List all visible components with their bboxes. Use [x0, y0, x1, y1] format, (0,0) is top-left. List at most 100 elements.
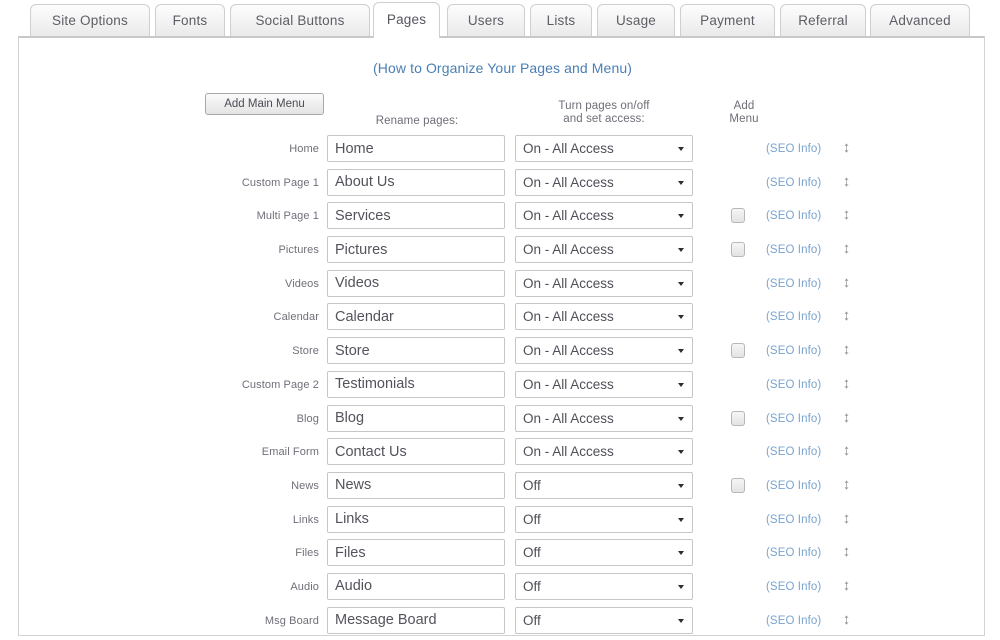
page-access-select[interactable]: Off	[515, 505, 693, 533]
page-access-value: On - All Access	[523, 275, 614, 291]
tab-social-buttons[interactable]: Social Buttons	[230, 4, 370, 37]
column-header-onoff-line2: and set access:	[563, 113, 645, 125]
page-row: Audio Off (SEO Info) ↕	[19, 572, 986, 607]
page-access-select[interactable]: On - All Access	[515, 370, 693, 398]
reorder-drag-handle-icon[interactable]: ↕	[840, 611, 853, 629]
reorder-drag-handle-icon[interactable]: ↕	[840, 173, 853, 191]
rename-page-input[interactable]	[327, 168, 505, 196]
rename-page-input[interactable]	[327, 269, 505, 297]
chevron-down-icon	[678, 281, 684, 286]
tab-users[interactable]: Users	[447, 4, 525, 37]
rename-page-input[interactable]	[327, 438, 505, 466]
seo-info-link[interactable]: (SEO Info)	[766, 244, 821, 256]
rename-page-input[interactable]	[327, 539, 505, 567]
add-menu-checkbox[interactable]	[731, 477, 745, 493]
page-access-value: Off	[523, 578, 541, 594]
reorder-drag-handle-icon[interactable]: ↕	[840, 240, 853, 258]
reorder-drag-handle-icon[interactable]: ↕	[840, 442, 853, 460]
chevron-down-icon	[678, 248, 684, 253]
seo-info-link[interactable]: (SEO Info)	[766, 177, 821, 189]
seo-info-link[interactable]: (SEO Info)	[766, 480, 821, 492]
rename-page-input[interactable]	[327, 370, 505, 398]
reorder-drag-handle-icon[interactable]: ↕	[840, 307, 853, 325]
page-type-label: Store	[292, 345, 319, 358]
page-access-select[interactable]: On - All Access	[515, 202, 693, 230]
page-type-label: News	[291, 479, 319, 492]
page-access-select[interactable]: On - All Access	[515, 168, 693, 196]
rename-page-input[interactable]	[327, 505, 505, 533]
rename-page-input[interactable]	[327, 404, 505, 432]
page-access-value: On - All Access	[523, 343, 614, 359]
page-access-select[interactable]: Off	[515, 572, 693, 600]
rename-page-input[interactable]	[327, 606, 505, 634]
rename-page-input[interactable]	[327, 236, 505, 264]
chevron-down-icon	[678, 584, 684, 589]
reorder-drag-handle-icon[interactable]: ↕	[840, 510, 853, 528]
rename-page-input[interactable]	[327, 337, 505, 365]
seo-info-link[interactable]: (SEO Info)	[766, 547, 821, 559]
reorder-drag-handle-icon[interactable]: ↕	[840, 476, 853, 494]
page-access-select[interactable]: Off	[515, 539, 693, 567]
tab-site-options[interactable]: Site Options	[30, 4, 150, 37]
reorder-drag-handle-icon[interactable]: ↕	[840, 375, 853, 393]
column-header-addmenu-line1: Add	[733, 100, 755, 112]
page-access-select[interactable]: On - All Access	[515, 404, 693, 432]
page-access-select[interactable]: On - All Access	[515, 269, 693, 297]
seo-info-link[interactable]: (SEO Info)	[766, 379, 821, 391]
page-access-select[interactable]: On - All Access	[515, 236, 693, 264]
page-access-select[interactable]: Off	[515, 471, 693, 499]
reorder-drag-handle-icon[interactable]: ↕	[840, 206, 853, 224]
page-type-label: Calendar	[273, 311, 319, 324]
page-row: Pictures On - All Access (SEO Info) ↕	[19, 236, 986, 270]
rename-page-input[interactable]	[327, 572, 505, 600]
page-access-value: Off	[523, 511, 541, 527]
reorder-drag-handle-icon[interactable]: ↕	[840, 274, 853, 292]
add-menu-checkbox[interactable]	[731, 208, 745, 224]
seo-info-link[interactable]: (SEO Info)	[766, 514, 821, 526]
reorder-drag-handle-icon[interactable]: ↕	[840, 139, 853, 157]
tab-referral[interactable]: Referral	[780, 4, 866, 37]
add-menu-checkbox[interactable]	[731, 410, 745, 426]
pages-settings-panel: (How to Organize Your Pages and Menu) Ad…	[18, 36, 985, 636]
seo-info-link[interactable]: (SEO Info)	[766, 413, 821, 425]
page-type-label: Files	[295, 547, 319, 560]
reorder-drag-handle-icon[interactable]: ↕	[840, 577, 853, 595]
tab-advanced[interactable]: Advanced	[870, 4, 970, 37]
page-access-select[interactable]: On - All Access	[515, 337, 693, 365]
reorder-drag-handle-icon[interactable]: ↕	[840, 543, 853, 561]
seo-info-link[interactable]: (SEO Info)	[766, 581, 821, 593]
page-access-select[interactable]: On - All Access	[515, 135, 693, 162]
seo-info-link[interactable]: (SEO Info)	[766, 446, 821, 458]
tab-lists[interactable]: Lists	[530, 4, 592, 37]
seo-info-link[interactable]: (SEO Info)	[766, 210, 821, 222]
page-access-value: On - All Access	[523, 410, 614, 426]
page-access-select[interactable]: Off	[515, 606, 693, 634]
rename-page-input[interactable]	[327, 202, 505, 230]
add-menu-checkbox[interactable]	[731, 242, 745, 258]
tab-usage[interactable]: Usage	[597, 4, 675, 37]
page-type-label: Videos	[284, 277, 319, 290]
reorder-drag-handle-icon[interactable]: ↕	[840, 409, 853, 427]
rename-page-input[interactable]	[327, 303, 505, 331]
rename-page-input[interactable]	[327, 471, 505, 499]
add-menu-checkbox[interactable]	[731, 343, 745, 359]
page-access-value: Off	[523, 545, 541, 561]
seo-info-link[interactable]: (SEO Info)	[766, 311, 821, 323]
tab-payment[interactable]: Payment	[680, 4, 775, 37]
tab-pages[interactable]: Pages	[373, 2, 440, 38]
rename-page-input[interactable]	[327, 135, 505, 162]
seo-info-link[interactable]: (SEO Info)	[766, 278, 821, 290]
add-main-menu-button[interactable]: Add Main Menu	[205, 93, 324, 115]
tab-fonts[interactable]: Fonts	[155, 4, 225, 37]
page-access-value: On - All Access	[523, 444, 614, 460]
page-row: Custom Page 2 On - All Access (SEO Info) ↕	[19, 370, 986, 405]
chevron-down-icon	[678, 349, 684, 354]
seo-info-link[interactable]: (SEO Info)	[766, 615, 821, 627]
page-access-select[interactable]: On - All Access	[515, 303, 693, 331]
how-to-organize-link[interactable]: (How to Organize Your Pages and Menu)	[19, 60, 986, 76]
seo-info-link[interactable]: (SEO Info)	[766, 143, 821, 155]
reorder-drag-handle-icon[interactable]: ↕	[840, 341, 853, 359]
seo-info-link[interactable]: (SEO Info)	[766, 345, 821, 357]
page-access-value: On - All Access	[523, 208, 614, 224]
page-access-select[interactable]: On - All Access	[515, 438, 693, 466]
